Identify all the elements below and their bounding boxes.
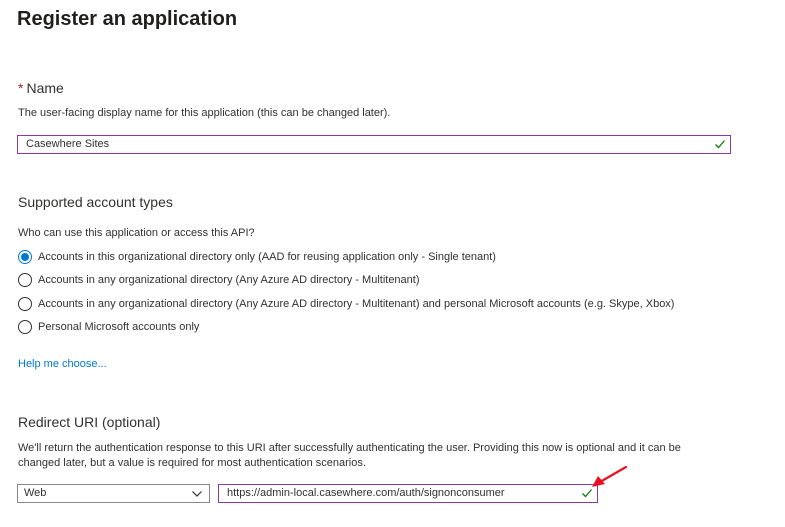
name-label: * Name <box>18 80 64 96</box>
redirect-uri-input[interactable]: https://admin-local.casewhere.com/auth/s… <box>218 484 598 503</box>
help-me-choose-link[interactable]: Help me choose... <box>18 358 107 370</box>
red-arrow-icon <box>592 465 628 487</box>
radio-button[interactable] <box>18 297 32 311</box>
checkmark-icon <box>715 140 725 149</box>
platform-select[interactable]: Web <box>17 484 210 503</box>
account-types-label: Supported account types <box>18 194 173 210</box>
chevron-down-icon <box>192 491 202 497</box>
radio-button[interactable] <box>18 320 32 334</box>
name-label-text: Name <box>26 80 64 96</box>
radio-button-selected[interactable] <box>18 250 32 264</box>
radio-label: Accounts in any organizational directory… <box>38 274 420 286</box>
name-input[interactable]: Casewhere Sites <box>17 135 731 154</box>
platform-select-value: Web <box>24 487 47 499</box>
redirect-uri-value: https://admin-local.casewhere.com/auth/s… <box>227 487 505 499</box>
name-help-text: The user-facing display name for this ap… <box>18 107 391 119</box>
radio-option-personal-only[interactable]: Personal Microsoft accounts only <box>18 319 199 335</box>
redirect-uri-label: Redirect URI (optional) <box>18 414 161 430</box>
radio-button[interactable] <box>18 273 32 287</box>
account-types-question: Who can use this application or access t… <box>18 227 255 239</box>
redirect-description-line1: We'll return the authentication response… <box>18 442 681 454</box>
radio-option-single-tenant[interactable]: Accounts in this organizational director… <box>18 249 496 265</box>
name-input-value: Casewhere Sites <box>26 138 110 150</box>
radio-label: Accounts in this organizational director… <box>38 251 496 263</box>
radio-label: Accounts in any organizational directory… <box>38 298 675 310</box>
required-marker: * <box>18 80 24 96</box>
radio-label: Personal Microsoft accounts only <box>38 321 200 333</box>
redirect-description-line2: changed later, but a value is required f… <box>18 457 366 469</box>
page-title: Register an application <box>17 8 238 30</box>
radio-option-multitenant[interactable]: Accounts in any organizational directory… <box>18 272 420 288</box>
radio-option-multitenant-personal[interactable]: Accounts in any organizational directory… <box>18 296 674 312</box>
